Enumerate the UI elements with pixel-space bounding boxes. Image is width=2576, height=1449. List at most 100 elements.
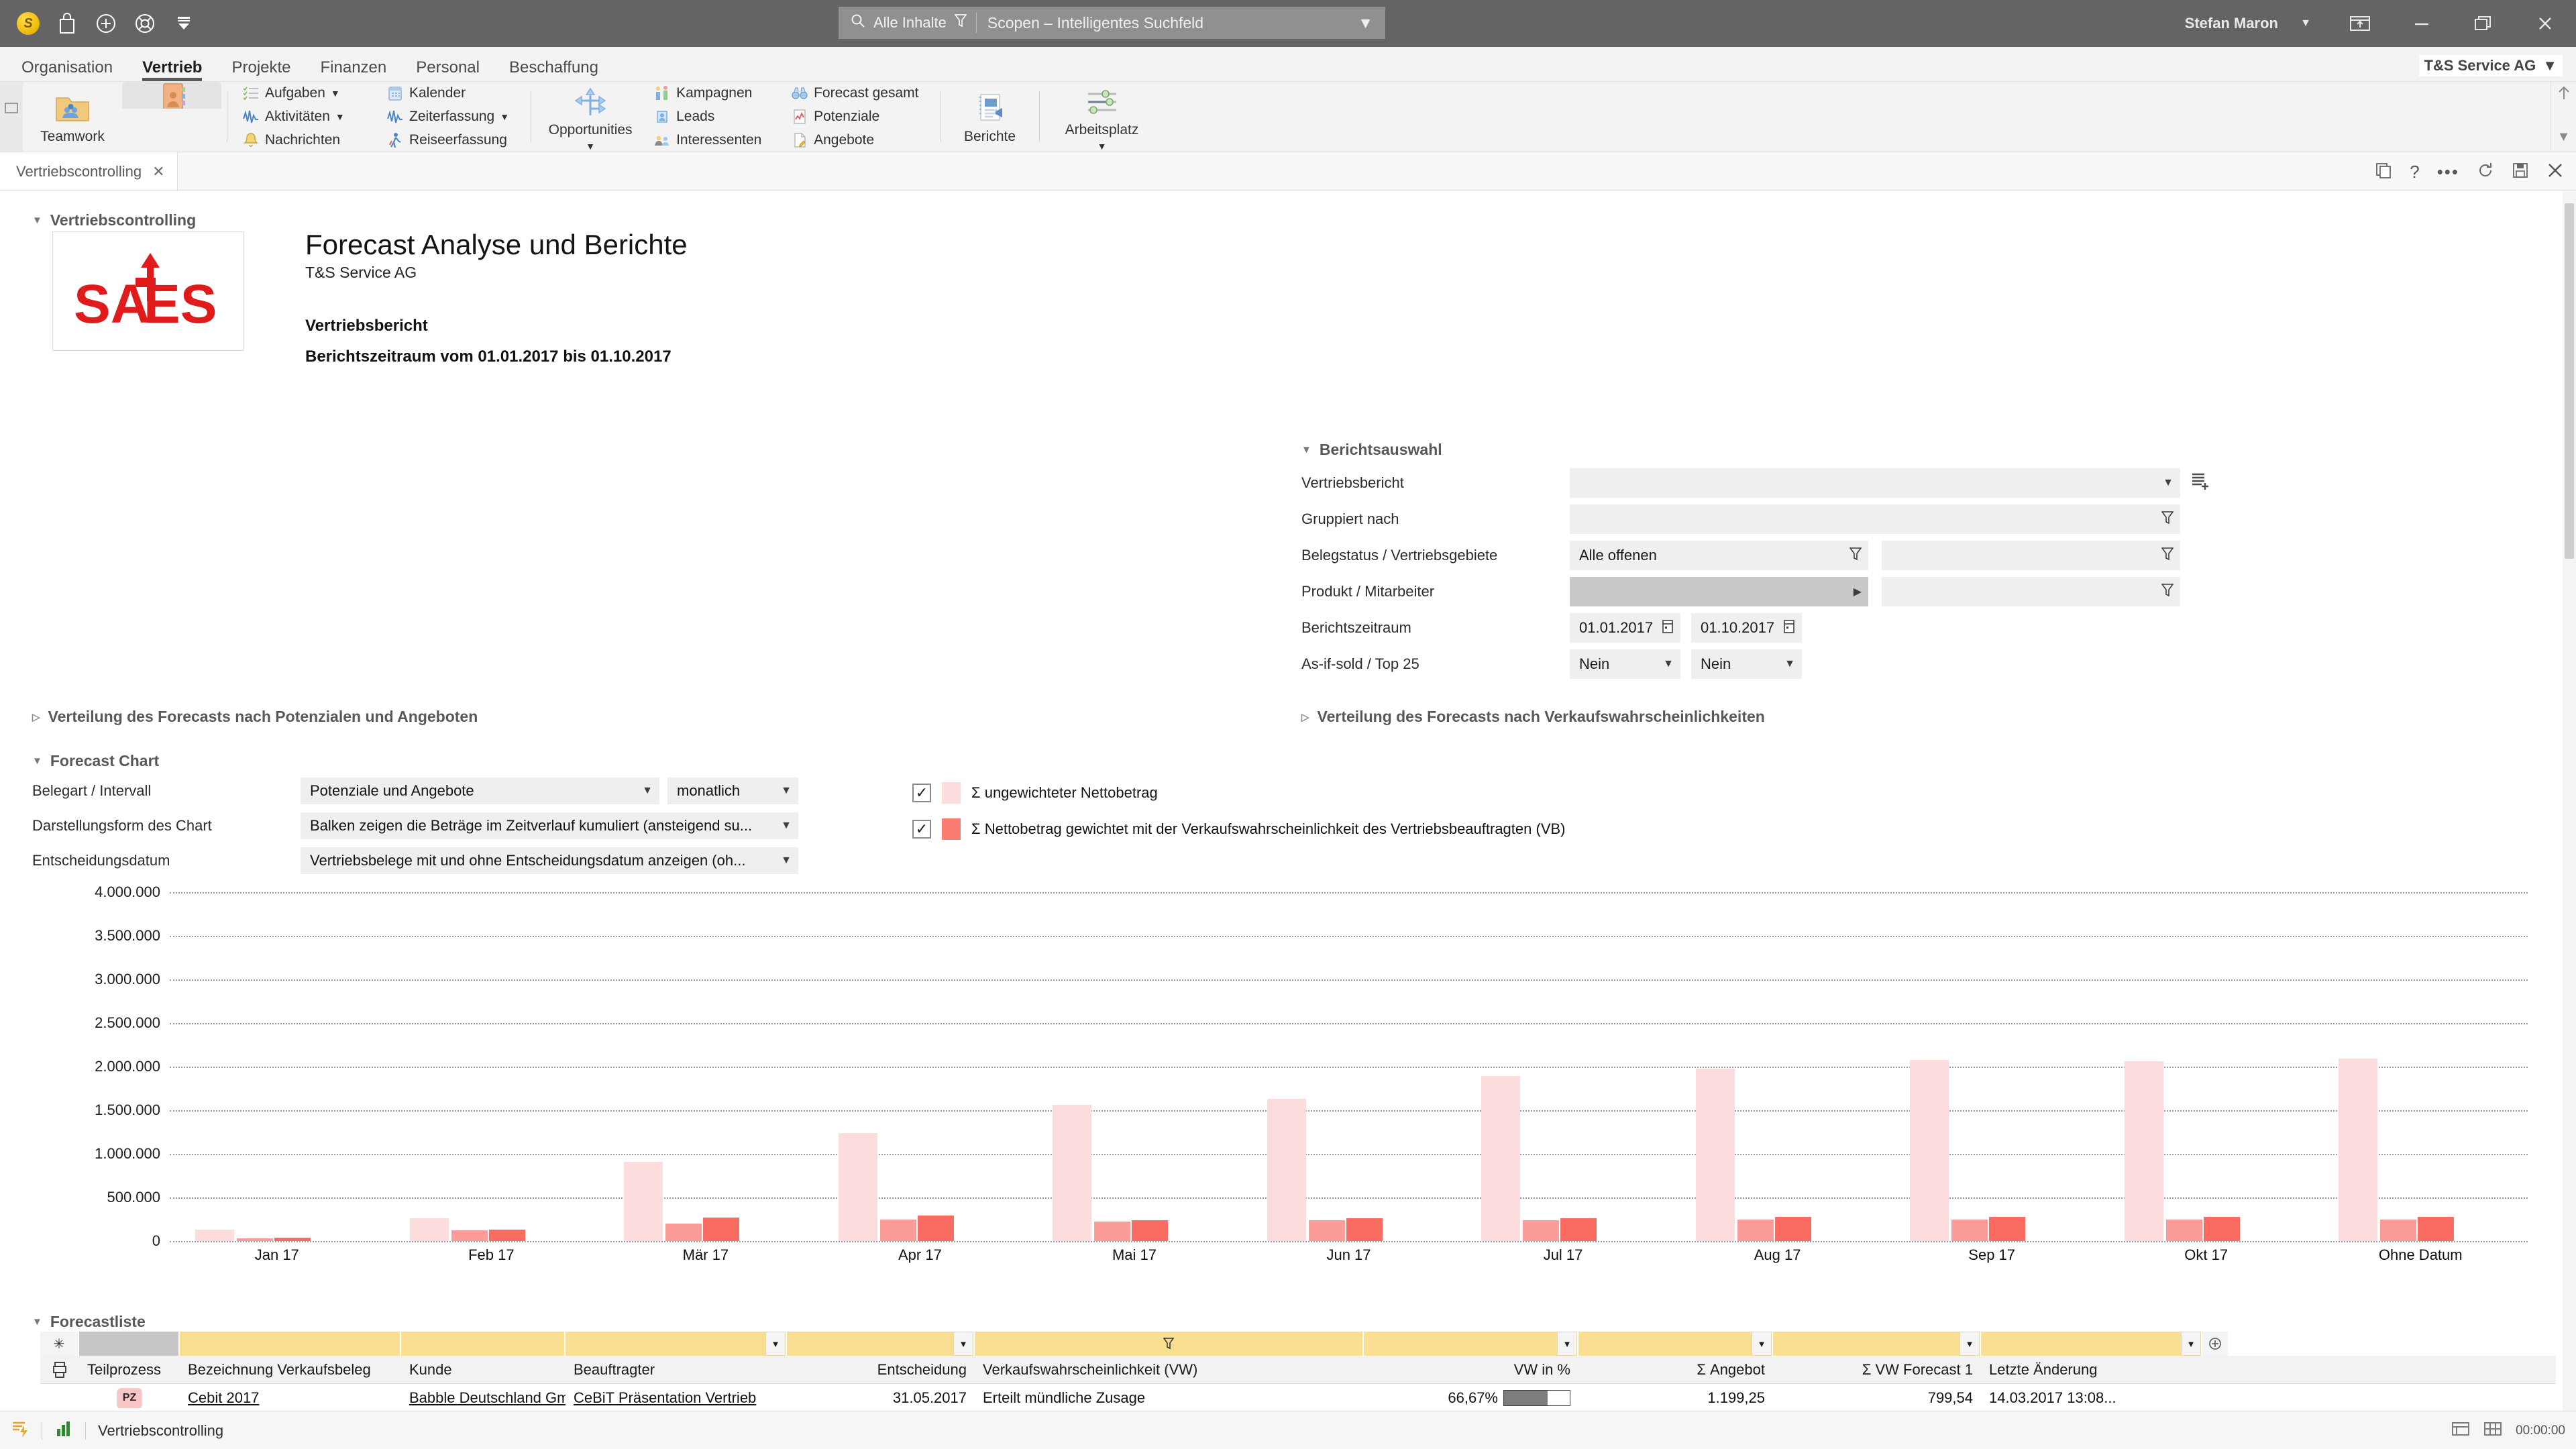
ribbon-item-nachrichten[interactable]: Nachrichten bbox=[242, 131, 386, 149]
section-header-berichtsauswahl[interactable]: ▼ Berichtsauswahl bbox=[1301, 441, 2361, 459]
copy-icon[interactable] bbox=[2375, 162, 2392, 182]
chart-icon[interactable] bbox=[54, 1419, 73, 1442]
ribbon-item-kampagnen[interactable]: Kampagnen bbox=[653, 85, 791, 102]
filter-funnel-icon[interactable] bbox=[2161, 547, 2174, 565]
triangle-down-icon[interactable]: ▼ bbox=[32, 215, 42, 226]
chart-bar[interactable] bbox=[1346, 1218, 1383, 1241]
ribbon-button-teamwork[interactable]: Teamwork bbox=[23, 82, 122, 152]
ribbon-button-opportunities[interactable]: Opportunities ▼ bbox=[537, 82, 644, 152]
ribbon-button-berichte[interactable]: Berichte bbox=[947, 82, 1034, 152]
lifebuoy-icon[interactable] bbox=[131, 10, 158, 37]
ribbon-item-angebote[interactable]: Angebote bbox=[791, 131, 881, 149]
refresh-icon[interactable] bbox=[2477, 162, 2494, 182]
filter-funnel-icon[interactable] bbox=[2161, 511, 2174, 529]
more-icon[interactable]: ••• bbox=[2437, 162, 2459, 182]
grid-filter-cell[interactable] bbox=[180, 1332, 401, 1356]
ribbon-overflow-handle[interactable] bbox=[0, 82, 23, 152]
shopping-bag-icon[interactable] bbox=[54, 10, 80, 37]
section-header-verteilung-potenziale[interactable]: ▷ Verteilung des Forecasts nach Potenzia… bbox=[32, 708, 478, 726]
ribbon-expand-icon[interactable]: ▼ bbox=[2557, 129, 2571, 145]
minimize-icon[interactable] bbox=[2391, 0, 2453, 47]
grid-column-header[interactable]: Beauftragter bbox=[566, 1361, 787, 1379]
grid-add-column[interactable] bbox=[2202, 1332, 2229, 1356]
chart-bar[interactable] bbox=[1910, 1059, 1949, 1241]
grid-column-header[interactable]: Verkaufswahrscheinlichkeit (VW) bbox=[975, 1361, 1364, 1379]
ribbon-item-aktivitaeten[interactable]: Aktivitäten ▼ bbox=[242, 108, 386, 125]
chart-bar[interactable] bbox=[195, 1230, 234, 1241]
grid-filter-cell[interactable]: ▼ bbox=[1981, 1332, 2202, 1356]
add-column-icon[interactable] bbox=[2208, 1336, 2222, 1351]
chart-bar[interactable] bbox=[1267, 1099, 1306, 1241]
grid-filter-cell[interactable]: ▼ bbox=[1578, 1332, 1773, 1356]
chart-bar[interactable] bbox=[2124, 1061, 2163, 1241]
chart-bar[interactable] bbox=[2380, 1220, 2417, 1241]
ribbon-tab-vertrieb[interactable]: Vertrieb bbox=[127, 60, 217, 81]
ribbon-tab-organisation[interactable]: Organisation bbox=[7, 60, 127, 81]
chart-bar[interactable] bbox=[1737, 1220, 1774, 1241]
ribbon-item-reiseerfassung[interactable]: Reiseerfassung bbox=[386, 131, 514, 149]
grid-column-header[interactable]: VW in % bbox=[1364, 1361, 1578, 1379]
chart-bar[interactable] bbox=[1951, 1220, 1988, 1241]
ribbon-button-kontakte[interactable]: Kontakte bbox=[122, 82, 221, 109]
section-header-forecast-chart[interactable]: ▼ Forecast Chart bbox=[32, 752, 798, 770]
chart-bar[interactable] bbox=[1989, 1216, 2026, 1241]
belegstatus-field[interactable]: Alle offenen bbox=[1570, 541, 1868, 570]
coin-icon[interactable]: S bbox=[15, 10, 42, 37]
column-filter-button[interactable]: ▼ bbox=[1960, 1332, 1980, 1356]
chevron-down-icon[interactable]: ▼ bbox=[500, 111, 509, 122]
ribbon-pin-icon[interactable] bbox=[2557, 86, 2571, 104]
cell-kunde[interactable]: Babble Deutschland GmbH bbox=[401, 1389, 566, 1407]
cell-beauftragter-link[interactable]: CeBiT Präsentation Vertrieb bbox=[574, 1389, 756, 1406]
user-menu-chevron-icon[interactable]: ▼ bbox=[2282, 0, 2329, 47]
produkt-field[interactable]: ▶ bbox=[1570, 577, 1868, 606]
chart-bar[interactable] bbox=[1132, 1220, 1169, 1241]
help-icon[interactable]: ? bbox=[2410, 162, 2419, 182]
table-row[interactable]: PZ Cebit 2017 Babble Deutschland GmbH CeBiT… bbox=[40, 1384, 2556, 1411]
column-filter-button[interactable]: ▼ bbox=[953, 1332, 973, 1356]
chart-bar[interactable] bbox=[1481, 1076, 1521, 1241]
ribbon-item-leads[interactable]: Leads bbox=[653, 108, 791, 125]
as-if-sold-dropdown[interactable]: Nein ▼ bbox=[1570, 649, 1680, 679]
vertriebsgebiete-field[interactable] bbox=[1882, 541, 2180, 570]
legend-item-gewichtet[interactable]: ✓ Σ Nettobetrag gewichtet mit der Verkau… bbox=[912, 811, 1566, 847]
top25-dropdown[interactable]: Nein ▼ bbox=[1691, 649, 1802, 679]
grid-filter-cell[interactable] bbox=[975, 1332, 1364, 1356]
cell-bezeichnung-verkaufsbeleg-link[interactable]: Cebit 2017 bbox=[188, 1389, 259, 1406]
ribbon-tab-finanzen[interactable]: Finanzen bbox=[306, 60, 402, 81]
chart-bar[interactable] bbox=[237, 1238, 273, 1241]
darstellungsform-dropdown[interactable]: Balken zeigen die Beträge im Zeitverlauf… bbox=[301, 812, 798, 839]
chart-bar[interactable] bbox=[838, 1133, 877, 1241]
filter-funnel-icon[interactable] bbox=[1163, 1337, 1174, 1350]
grid-icon[interactable] bbox=[2483, 1421, 2502, 1440]
ribbon-item-interessenten[interactable]: Interessenten bbox=[653, 131, 791, 149]
grid-column-header[interactable]: Entscheidung bbox=[787, 1361, 975, 1379]
collapse-ribbon-icon[interactable] bbox=[170, 10, 197, 37]
calendar-icon[interactable] bbox=[1783, 619, 1795, 637]
chart-bar[interactable] bbox=[665, 1224, 702, 1241]
close-icon[interactable]: ✕ bbox=[152, 163, 164, 180]
ribbon-item-zeiterfassung[interactable]: Zeiterfassung ▼ bbox=[386, 108, 516, 125]
intervall-dropdown[interactable]: monatlich ▼ bbox=[667, 777, 798, 804]
chevron-down-icon[interactable]: ▼ bbox=[1097, 141, 1107, 152]
ribbon-tab-personal[interactable]: Personal bbox=[401, 60, 494, 81]
legend-checkbox-gewichtet[interactable]: ✓ bbox=[912, 820, 931, 839]
chart-bar[interactable] bbox=[1774, 1217, 1811, 1241]
chart-bar[interactable] bbox=[703, 1217, 740, 1241]
triangle-down-icon[interactable]: ▼ bbox=[32, 755, 42, 767]
column-filter-button[interactable]: ▼ bbox=[1752, 1332, 1772, 1356]
chart-bar[interactable] bbox=[2165, 1220, 2202, 1241]
chart-bar[interactable] bbox=[2339, 1059, 2378, 1241]
grid-filter-stub[interactable]: ✳ bbox=[40, 1332, 79, 1356]
ribbon-item-aufgaben[interactable]: Aufgaben ▼ bbox=[242, 85, 386, 102]
ribbon-item-potenziale[interactable]: Potenziale bbox=[791, 108, 886, 125]
canvas-scrollbar-thumb[interactable] bbox=[2565, 203, 2574, 559]
grid-filter-cell[interactable]: ▼ bbox=[787, 1332, 975, 1356]
vertriebsbericht-dropdown[interactable]: ▼ bbox=[1570, 468, 2180, 498]
chart-bar[interactable] bbox=[1523, 1220, 1560, 1241]
grid-column-header[interactable]: Teilprozess bbox=[79, 1361, 180, 1379]
section-header-forecastliste[interactable]: ▼ Forecastliste bbox=[32, 1313, 146, 1331]
grid-filter-cell[interactable]: ▼ bbox=[1364, 1332, 1578, 1356]
organisation-selector[interactable]: T&S Service AG ▼ bbox=[2418, 55, 2563, 76]
chart-bar[interactable] bbox=[274, 1237, 311, 1241]
close-icon[interactable] bbox=[2514, 0, 2576, 47]
